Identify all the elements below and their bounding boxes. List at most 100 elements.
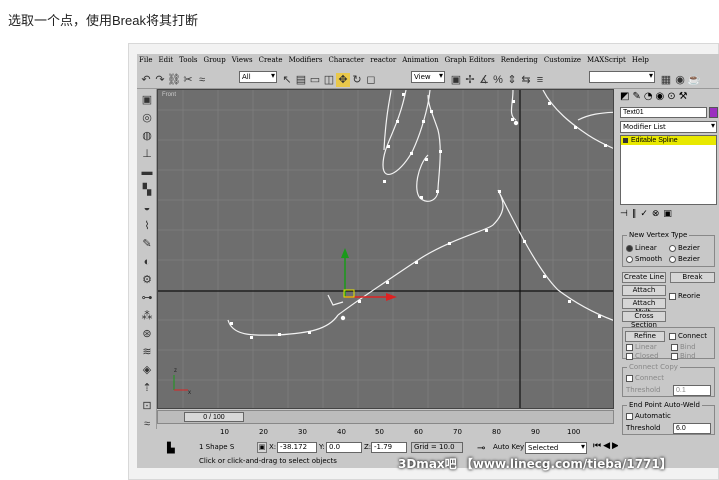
reactor-icon[interactable]: ⊛	[140, 327, 154, 341]
render-icon[interactable]: ☕	[687, 73, 701, 87]
rotate-icon[interactable]: ↻	[350, 73, 364, 87]
refine-linear-checkbox[interactable]: Linear	[626, 343, 657, 351]
attach-button[interactable]: Attach	[622, 285, 666, 296]
radio-smooth[interactable]: Smooth	[626, 255, 662, 263]
time-slider-track[interactable]: 0 / 100	[157, 410, 614, 424]
key-icon[interactable]: ⊸	[477, 443, 485, 454]
rigid-icon[interactable]: ◈	[140, 363, 154, 377]
y-coordinate-field[interactable]: 0.0	[326, 442, 362, 453]
hierarchy-icon[interactable]: ◍	[140, 129, 154, 143]
weld-threshold-field[interactable]: 6.0	[673, 423, 711, 434]
key-filter-dropdown[interactable]: Selected	[525, 442, 587, 454]
selection-filter-dropdown[interactable]: All	[239, 71, 277, 83]
x-coordinate-field[interactable]: -38.172	[277, 442, 317, 453]
bind-icon[interactable]: ≈	[195, 73, 209, 87]
menu-tools[interactable]: Tools	[179, 56, 197, 64]
mirror-icon[interactable]: ⇆	[519, 73, 533, 87]
track-bar[interactable]: 10 20 30 40 50 60 70 80 90 100	[157, 425, 614, 439]
automatic-weld-checkbox[interactable]: Automatic	[626, 412, 671, 420]
menu-edit[interactable]: Edit	[158, 56, 173, 64]
maxscript-listener-icon[interactable]: ▙	[167, 443, 175, 454]
wind-icon[interactable]: ≈	[140, 417, 154, 431]
attach-mult-button[interactable]: Attach Mult.	[622, 298, 666, 316]
modifier-list-dropdown[interactable]: Modifier List	[620, 121, 717, 133]
auto-key-button[interactable]: Auto Key	[493, 443, 524, 451]
menu-customize[interactable]: Customize	[544, 56, 581, 64]
spacewarp-icon[interactable]: ⚙	[140, 273, 154, 287]
radio-bezier[interactable]: Bezier	[669, 244, 700, 252]
rope-icon[interactable]: ⇡	[140, 381, 154, 395]
scale-icon[interactable]: ◻	[364, 73, 378, 87]
viewport-label[interactable]: Front	[162, 92, 176, 98]
undo-icon[interactable]: ↶	[139, 73, 153, 87]
cloth-icon[interactable]: ≋	[140, 345, 154, 359]
refine-closed-checkbox[interactable]: Closed	[626, 352, 659, 360]
helper-icon[interactable]: ✎	[140, 237, 154, 251]
stack-tools[interactable]: ⊣‖✓⊗▣	[620, 209, 676, 219]
modify-icon[interactable]: ◎	[140, 111, 154, 125]
menu-animation[interactable]: Animation	[402, 56, 438, 64]
break-button[interactable]: Break	[670, 272, 715, 283]
window-icon[interactable]: ◫	[322, 73, 336, 87]
menu-modifiers[interactable]: Modifiers	[289, 56, 323, 64]
refine-bind-first-checkbox[interactable]: Bind	[671, 343, 696, 351]
shape-icon[interactable]: ◐	[140, 255, 154, 269]
connect-copy-checkbox[interactable]: Connect	[626, 374, 664, 382]
menu-character[interactable]: Character	[328, 56, 364, 64]
region-icon[interactable]: ▭	[308, 73, 322, 87]
camera-icon[interactable]: ⌇	[140, 219, 154, 233]
connect-checkbox[interactable]: Connect	[669, 332, 707, 340]
modifier-stack[interactable]: Editable Spline	[620, 135, 717, 205]
refine-bind-last-checkbox[interactable]: Bind	[671, 352, 696, 360]
menu-group[interactable]: Group	[204, 56, 226, 64]
select-by-name-icon[interactable]: ▤	[294, 73, 308, 87]
refine-button[interactable]: Refine	[625, 331, 665, 342]
spring-icon[interactable]: ⊡	[140, 399, 154, 413]
panel-tabs[interactable]: ◩✎◔◉⊙⚒	[620, 91, 691, 102]
material-editor-icon[interactable]: ◉	[673, 73, 687, 87]
menu-help[interactable]: Help	[632, 56, 649, 64]
reorient-checkbox[interactable]: Reorie	[669, 292, 700, 300]
time-slider[interactable]: 0 / 100	[184, 412, 244, 422]
create-line-button[interactable]: Create Line	[622, 272, 666, 283]
menu-file[interactable]: File	[139, 56, 152, 64]
radio-linear[interactable]: Linear	[626, 244, 657, 252]
menu-create[interactable]: Create	[259, 56, 283, 64]
display-icon[interactable]: ▬	[140, 165, 154, 179]
object-name-field[interactable]: Text01	[620, 107, 707, 118]
lock-selection-icon[interactable]: ▣	[257, 442, 267, 453]
radio-bezier-corner[interactable]: Bezier	[669, 255, 700, 263]
select-icon[interactable]: ↖	[280, 73, 294, 87]
align-icon[interactable]: ≡	[533, 73, 547, 87]
menu-reactor[interactable]: reactor	[370, 56, 396, 64]
stack-item-editable-spline[interactable]: Editable Spline	[621, 136, 716, 145]
menu-graph-editors[interactable]: Graph Editors	[445, 56, 495, 64]
stack-expand-icon[interactable]	[623, 138, 628, 143]
connect-threshold-field[interactable]: 0.1	[673, 385, 711, 396]
system-icon[interactable]: ⊶	[140, 291, 154, 305]
cross-section-button[interactable]: Cross Section	[622, 311, 666, 329]
pivot-icon[interactable]: ▣	[449, 73, 463, 87]
light-icon[interactable]: ◒	[140, 201, 154, 215]
z-coordinate-field[interactable]: -1.79	[371, 442, 407, 453]
spinner-snap-icon[interactable]: ⇕	[505, 73, 519, 87]
snap-icon[interactable]: ✢	[463, 73, 477, 87]
object-color-swatch[interactable]	[709, 107, 718, 118]
particle-icon[interactable]: ⁂	[140, 309, 154, 323]
unlink-icon[interactable]: ✂	[181, 73, 195, 87]
front-viewport[interactable]: Front z x	[157, 89, 614, 409]
menu-maxscript[interactable]: MAXScript	[587, 56, 626, 64]
reference-coordinate-dropdown[interactable]: View	[411, 71, 445, 83]
create-icon[interactable]: ▣	[140, 93, 154, 107]
curve-editor-icon[interactable]: ▦	[659, 73, 673, 87]
link-icon[interactable]: ⛓	[167, 73, 181, 87]
redo-icon[interactable]: ↷	[153, 73, 167, 87]
menu-rendering[interactable]: Rendering	[501, 56, 538, 64]
named-selection-dropdown[interactable]	[589, 71, 655, 83]
menu-views[interactable]: Views	[232, 56, 253, 64]
move-icon[interactable]: ✥	[336, 73, 350, 87]
motion-icon[interactable]: ⊥	[140, 147, 154, 161]
percent-snap-icon[interactable]: %	[491, 73, 505, 87]
angle-snap-icon[interactable]: ∡	[477, 73, 491, 87]
utilities-icon[interactable]: ▚	[140, 183, 154, 197]
